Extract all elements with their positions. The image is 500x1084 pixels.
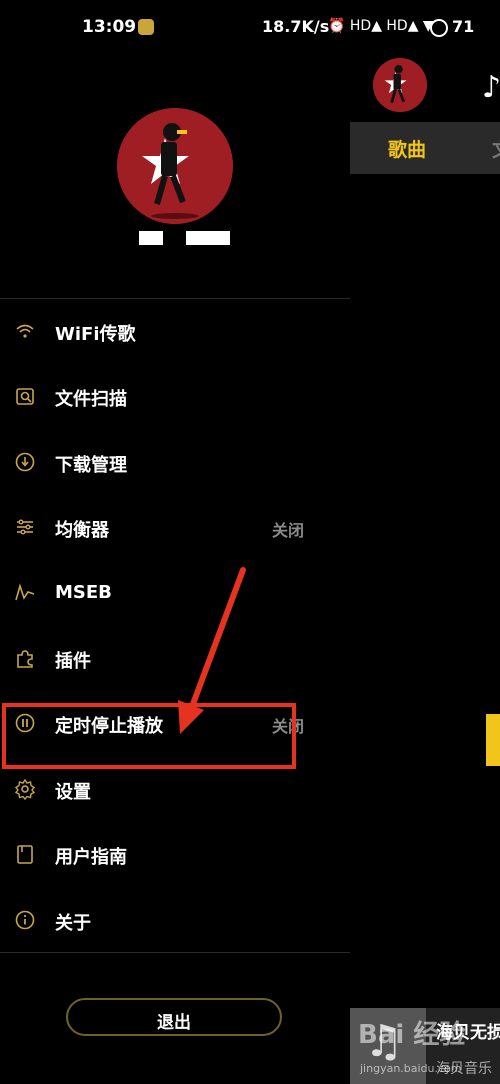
menu-item-info[interactable]: 关于 [0,889,350,953]
divider [0,952,350,953]
username-redacted [186,231,230,245]
tab-next[interactable]: 文 [492,135,500,162]
main-screen-peek: ♪ 歌曲 文 ♫ 海贝无损 海贝音乐 [350,58,500,1084]
menu-item-guide[interactable]: 用户指南 [0,823,350,887]
plugin-icon [14,647,36,669]
music-note-icon[interactable]: ♪ [482,70,500,105]
battery-icon [430,19,448,37]
wifi-icon [14,320,36,342]
watermark-brand: Bai 经验 [358,1020,466,1050]
download-icon [14,451,36,473]
status-icons: ⏰ HD▲ HD▲ ▼ [328,18,434,34]
avatar-image [117,108,233,224]
menu-item-label: 下载管理 [55,455,127,476]
watermark-url: jingyan.baidu.com [360,1062,462,1075]
menu-item-file-scan[interactable]: 文件扫描 [0,365,350,429]
menu-item-label: WiFi传歌 [55,324,136,345]
info-icon [14,909,36,931]
menu-item-label: 关于 [55,913,91,934]
header-avatar[interactable] [373,58,427,112]
navigation-drawer: WiFi传歌 文件扫描 下载管理 均衡器 关闭 MSEB 插件 定时停止播放 关闭 设置 用户指南关… [0,58,350,1084]
guide-icon [14,843,36,865]
file-scan-icon [14,385,36,407]
menu-item-label: 用户指南 [55,847,127,868]
divider [0,298,350,299]
app-notification-icon [138,19,154,35]
logout-button[interactable]: 退出 [66,998,282,1036]
network-speed: 18.7K/s [262,17,330,36]
menu-item-label: MSEB [55,582,112,603]
tab-bar: 歌曲 文 [350,122,500,174]
status-bar: 13:09 18.7K/s ⏰ HD▲ HD▲ ▼ 71 [0,0,500,58]
logout-label: 退出 [157,1013,191,1033]
battery-level: 71 [452,17,475,36]
username-redacted [139,231,163,245]
menu-item-label: 设置 [55,782,91,803]
menu-item-plugin[interactable]: 插件 [0,627,350,691]
settings-highlight-box [2,703,296,769]
status-time: 13:09 [82,17,137,37]
equalizer-icon [14,516,36,538]
menu-item-value: 关闭 [271,521,304,540]
menu-item-equalizer[interactable]: 均衡器 关闭 [0,496,350,560]
menu-item-label: 文件扫描 [55,389,127,410]
menu-item-mseb[interactable]: MSEB [0,562,350,626]
gear-icon [14,778,36,800]
menu-item-label: 插件 [55,651,91,672]
menu-item-label: 均衡器 [55,520,109,541]
menu-item-wifi[interactable]: WiFi传歌 [0,300,350,364]
scroll-indicator[interactable] [486,714,500,766]
tab-songs[interactable]: 歌曲 [388,135,426,162]
avatar-image [373,58,427,112]
user-avatar[interactable] [117,108,233,224]
menu-item-download[interactable]: 下载管理 [0,431,350,495]
mseb-icon [14,582,36,604]
